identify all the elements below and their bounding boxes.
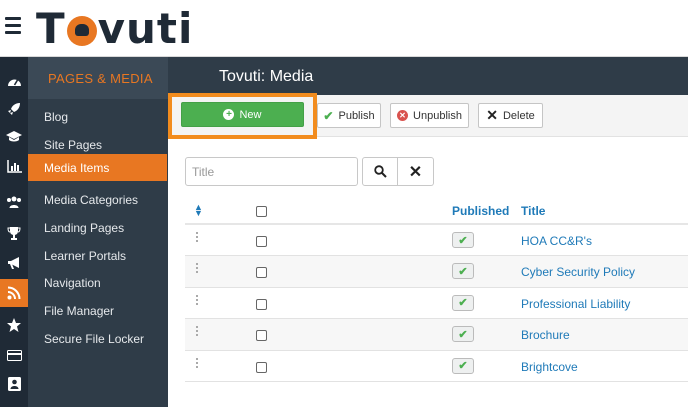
logo-text-left: T xyxy=(36,3,66,53)
row-checkbox[interactable] xyxy=(256,361,267,373)
unpublish-button-label: Unpublish xyxy=(413,109,462,122)
trophy-icon[interactable] xyxy=(0,219,28,247)
dashboard-icon[interactable] xyxy=(0,67,28,95)
page-title-bar: Tovuti: Media xyxy=(168,57,688,95)
row-checkbox[interactable] xyxy=(256,267,267,279)
table-row: ✔ Professional Liability xyxy=(185,288,688,320)
top-bar: Tvuti xyxy=(0,0,688,57)
delete-button-label: Delete xyxy=(502,109,535,122)
sort-icon[interactable]: ▲ ▼ xyxy=(194,203,203,218)
new-button-label: New xyxy=(239,108,262,121)
row-checkbox[interactable] xyxy=(256,236,267,247)
published-toggle[interactable]: ✔ xyxy=(452,326,474,343)
sidebar-item-landing-pages[interactable]: Landing Pages xyxy=(28,214,167,241)
clear-search-button[interactable]: ✕ xyxy=(398,157,434,186)
megaphone-icon[interactable] xyxy=(0,249,28,277)
drag-handle-icon[interactable] xyxy=(196,232,199,244)
star-icon[interactable] xyxy=(0,311,28,339)
row-checkbox[interactable] xyxy=(256,298,267,310)
table-row: ✔ HOA CC&R's xyxy=(185,225,688,257)
published-toggle[interactable]: ✔ xyxy=(452,263,474,280)
tovuti-logo[interactable]: Tvuti xyxy=(36,3,194,53)
check-icon: ✔ xyxy=(458,297,468,310)
close-icon: ✕ xyxy=(486,107,498,123)
drag-handle-icon[interactable] xyxy=(196,294,199,307)
sidebar-item-navigation[interactable]: Navigation xyxy=(28,269,167,296)
new-button[interactable]: + New xyxy=(181,102,304,127)
sidebar-item-blog[interactable]: Blog xyxy=(28,103,167,130)
column-header-published[interactable]: Published xyxy=(452,204,509,218)
icon-rail xyxy=(0,57,28,407)
credit-card-icon[interactable] xyxy=(0,341,28,369)
publish-button[interactable]: ✔ Publish xyxy=(317,103,381,128)
check-icon: ✔ xyxy=(323,108,334,123)
column-header-title[interactable]: Title xyxy=(521,204,545,218)
media-title-link[interactable]: HOA CC&R's xyxy=(521,234,592,248)
sidebar-section-title: PAGES & MEDIA xyxy=(28,57,168,99)
search-input[interactable] xyxy=(185,157,358,186)
x-circle-icon: ✕ xyxy=(397,110,409,121)
media-title-link[interactable]: Professional Liability xyxy=(521,297,630,311)
sidebar-item-media-items[interactable]: Media Items xyxy=(28,154,167,181)
table-row: ✔ Cyber Security Policy xyxy=(185,256,688,288)
check-icon: ✔ xyxy=(458,265,468,278)
media-table: ▲ ▼ Published Title ✔ HOA CC&R's ✔ Cyber … xyxy=(185,196,688,382)
table-row: ✔ Brochure xyxy=(185,319,688,351)
search-button[interactable] xyxy=(362,157,398,186)
unpublish-button[interactable]: ✕ Unpublish xyxy=(390,103,469,128)
drag-handle-icon[interactable] xyxy=(196,263,199,275)
sidebar: PAGES & MEDIA Blog Site Pages Media Item… xyxy=(28,57,168,407)
logo-elephant-icon xyxy=(66,16,97,46)
sidebar-item-learner-portals[interactable]: Learner Portals xyxy=(28,242,167,269)
select-all-checkbox[interactable] xyxy=(256,206,267,217)
table-row: ✔ Brightcove xyxy=(185,351,688,382)
drag-handle-icon[interactable] xyxy=(196,357,199,370)
check-icon: ✔ xyxy=(458,328,468,341)
media-title-link[interactable]: Cyber Security Policy xyxy=(521,265,635,279)
users-icon[interactable] xyxy=(0,188,28,216)
close-icon: ✕ xyxy=(408,163,423,181)
sidebar-item-secure-file-locker[interactable]: Secure File Locker xyxy=(28,325,167,352)
drag-handle-icon[interactable] xyxy=(196,326,199,338)
page-title: Tovuti: Media xyxy=(219,68,314,85)
check-icon: ✔ xyxy=(458,360,468,373)
check-icon: ✔ xyxy=(458,234,468,247)
search-icon xyxy=(373,165,387,178)
row-checkbox[interactable] xyxy=(256,330,267,342)
bar-chart-icon[interactable] xyxy=(0,152,28,180)
publish-button-label: Publish xyxy=(338,109,375,122)
rocket-icon[interactable] xyxy=(0,95,28,123)
feed-icon[interactable] xyxy=(0,279,28,307)
published-toggle[interactable]: ✔ xyxy=(452,294,474,311)
published-toggle[interactable]: ✔ xyxy=(452,232,474,248)
plus-circle-icon: + xyxy=(223,109,235,120)
hamburger-menu-icon[interactable] xyxy=(5,17,21,35)
published-toggle[interactable]: ✔ xyxy=(452,357,474,374)
media-title-link[interactable]: Brightcove xyxy=(521,360,578,374)
sidebar-item-file-manager[interactable]: File Manager xyxy=(28,297,167,324)
graduation-cap-icon[interactable] xyxy=(0,123,28,151)
id-card-icon[interactable] xyxy=(0,370,28,398)
table-header: ▲ ▼ Published Title xyxy=(185,196,688,225)
media-title-link[interactable]: Brochure xyxy=(521,328,570,342)
sidebar-item-media-categories[interactable]: Media Categories xyxy=(28,186,167,213)
logo-text-right: vuti xyxy=(97,3,194,53)
delete-button[interactable]: ✕ Delete xyxy=(478,103,543,128)
